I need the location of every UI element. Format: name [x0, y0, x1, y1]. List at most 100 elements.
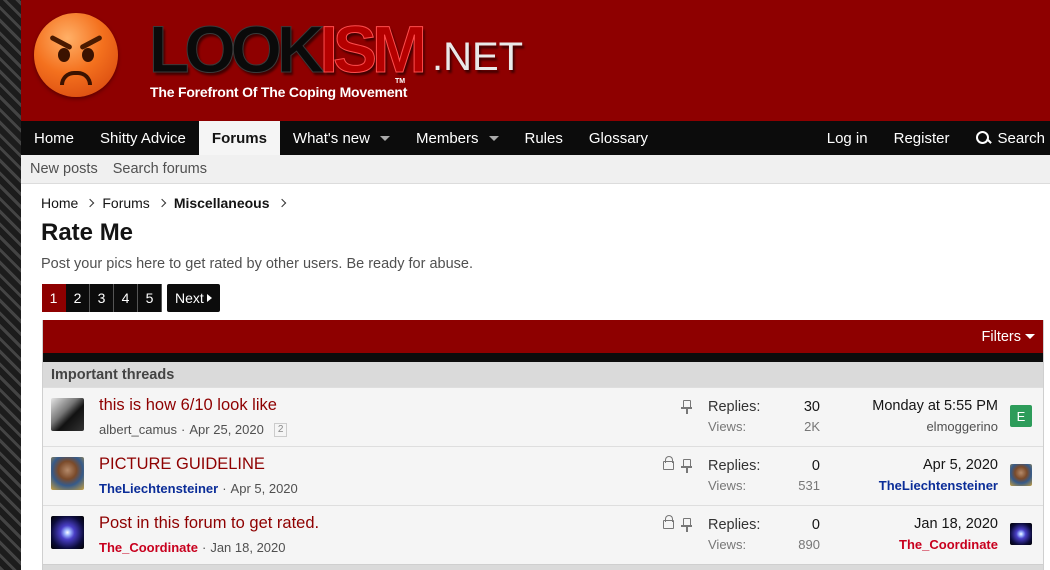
breadcrumb-forums[interactable]: Forums	[102, 195, 149, 211]
caret-right-icon	[206, 294, 212, 302]
thread-row: Post in this forum to get rated. The_Coo…	[43, 505, 1043, 564]
search-icon	[975, 130, 991, 146]
nav-label: Log in	[826, 129, 868, 147]
search-button[interactable]: Search	[962, 121, 1050, 155]
page-2-button[interactable]: 2	[66, 284, 90, 312]
avatar[interactable]	[1010, 464, 1032, 486]
views-label: Views:	[708, 478, 747, 493]
nav-glossary[interactable]: Glossary	[576, 121, 661, 155]
nav-label: Home	[34, 129, 75, 147]
nav-label: Glossary	[588, 129, 649, 147]
main-nav: Home Shitty Advice Forums What's new Mem…	[21, 121, 1050, 155]
replies-count: 0	[811, 517, 820, 533]
logo-text-look: LOOK	[149, 12, 326, 86]
breadcrumb: Home Forums Miscellaneous	[41, 195, 294, 211]
trademark-mark: TM	[395, 78, 406, 85]
filters-button[interactable]: Filters	[982, 329, 1035, 345]
nav-home[interactable]: Home	[21, 121, 87, 155]
chevron-down-icon	[1025, 334, 1035, 339]
next-page-button[interactable]: Next	[167, 284, 220, 312]
thread-title-link[interactable]: PICTURE GUIDELINE	[99, 455, 265, 474]
sub-nav: New posts Search forums	[21, 155, 1050, 184]
page-1-button[interactable]: 1	[42, 284, 66, 312]
last-post-user[interactable]: TheLiechtensteiner	[879, 478, 998, 493]
last-post-date[interactable]: Apr 5, 2020	[923, 457, 998, 473]
thread-author-link[interactable]: TheLiechtensteiner	[99, 481, 218, 496]
important-threads-heading: Important threads	[43, 362, 1043, 387]
replies-label: Replies:	[708, 517, 761, 533]
chevron-down-icon[interactable]	[379, 135, 390, 141]
chevron-right-icon	[86, 198, 95, 208]
search-forums-link[interactable]: Search forums	[113, 161, 207, 177]
logo-text-net: .NET	[432, 35, 524, 79]
thread-date[interactable]: Jan 18, 2020	[210, 540, 285, 555]
page-3-button[interactable]: 3	[90, 284, 114, 312]
thread-meta: The_Coordinate · Jan 18, 2020	[99, 540, 286, 555]
breadcrumb-home[interactable]: Home	[41, 195, 78, 211]
page-5-button[interactable]: 5	[138, 284, 162, 312]
views-label: Views:	[708, 419, 747, 434]
breadcrumb-miscellaneous[interactable]: Miscellaneous	[174, 195, 270, 211]
site-header: LOOKISM .NET The Forefront Of The Coping …	[21, 0, 1050, 121]
side-background-pattern	[0, 0, 21, 570]
last-post-user[interactable]: elmoggerino	[926, 419, 998, 434]
avatar[interactable]	[51, 398, 84, 431]
filters-label: Filters	[981, 328, 1021, 345]
replies-count: 0	[811, 458, 820, 474]
nav-rules[interactable]: Rules	[512, 121, 576, 155]
chevron-down-icon[interactable]	[488, 135, 499, 141]
chevron-right-icon	[277, 198, 286, 208]
thread-row: this is how 6/10 look like albert_camus …	[43, 387, 1043, 446]
avatar[interactable]	[1010, 523, 1032, 545]
views-count: 2K	[804, 419, 820, 434]
register-link[interactable]: Register	[881, 121, 963, 155]
replies-label: Replies:	[708, 458, 761, 474]
pin-icon	[681, 518, 693, 533]
thread-date[interactable]: Apr 25, 2020	[189, 422, 263, 437]
thread-author-link[interactable]: The_Coordinate	[99, 540, 198, 555]
thread-page-link[interactable]: 2	[273, 422, 288, 437]
avatar[interactable]: E	[1010, 405, 1032, 427]
avatar[interactable]	[51, 457, 84, 490]
pin-icon	[681, 400, 693, 415]
last-post-date[interactable]: Jan 18, 2020	[914, 516, 998, 532]
thread-row: PICTURE GUIDELINE TheLiechtensteiner · A…	[43, 446, 1043, 505]
page-4-button[interactable]: 4	[114, 284, 138, 312]
nav-label: Forums	[211, 129, 267, 147]
replies-count: 30	[803, 399, 820, 415]
thread-title-link[interactable]: this is how 6/10 look like	[99, 396, 277, 415]
nav-whats-new[interactable]: What's new	[280, 121, 403, 155]
last-post-date[interactable]: Monday at 5:55 PM	[872, 398, 998, 414]
nav-forums[interactable]: Forums	[198, 121, 280, 155]
logo-text-ism: ISM	[319, 12, 427, 86]
thread-title-link[interactable]: Post in this forum to get rated.	[99, 514, 319, 533]
site-logo[interactable]: LOOKISM .NET	[149, 12, 524, 86]
nav-members[interactable]: Members	[403, 121, 512, 155]
nav-label: Rules	[524, 129, 563, 147]
login-link[interactable]: Log in	[814, 121, 881, 155]
next-label: Next	[175, 290, 204, 306]
thread-list-header: Filters	[43, 320, 1043, 353]
pagination: 1 2 3 4 5 Next	[42, 284, 220, 312]
page: LOOKISM .NET The Forefront Of The Coping …	[21, 0, 1050, 570]
replies-label: Replies:	[708, 399, 761, 415]
nav-label: Shitty Advice	[100, 129, 186, 147]
chevron-right-icon	[157, 198, 167, 208]
new-posts-link[interactable]: New posts	[30, 161, 98, 177]
site-tagline: The Forefront Of The Coping Movement	[150, 84, 408, 100]
views-label: Views:	[708, 537, 747, 552]
avatar[interactable]	[51, 516, 84, 549]
page-title: Rate Me	[41, 219, 134, 246]
last-post-user[interactable]: The_Coordinate	[899, 537, 998, 552]
lock-icon	[663, 515, 674, 529]
nav-shitty-advice[interactable]: Shitty Advice	[87, 121, 199, 155]
thread-author-link[interactable]: albert_camus	[99, 422, 177, 437]
angry-face-logo-icon[interactable]	[34, 13, 118, 97]
nav-label: What's new	[292, 129, 370, 147]
thread-meta: TheLiechtensteiner · Apr 5, 2020	[99, 481, 298, 496]
nav-label: Search	[997, 129, 1045, 147]
thread-date[interactable]: Apr 5, 2020	[231, 481, 298, 496]
views-count: 890	[798, 537, 820, 552]
nav-label: Members	[415, 129, 479, 147]
thread-list: Filters Important threads this is how 6/…	[42, 320, 1044, 570]
